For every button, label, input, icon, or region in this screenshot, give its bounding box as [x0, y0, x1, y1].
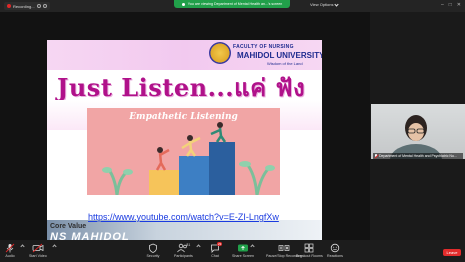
- recording-indicator[interactable]: Recording...: [4, 2, 50, 10]
- shared-screen: FACULTY OF NURSING MAHIDOL UNIVERSITY Wi…: [0, 12, 370, 245]
- core-value-label: Core Value: [50, 223, 87, 230]
- meeting-toolbar: Audio Start Video Security 81 Participan…: [0, 240, 465, 262]
- start-video-button[interactable]: Start Video: [29, 243, 47, 258]
- share-screen-label: Share Screen: [232, 254, 254, 258]
- window-controls: – □ ✕: [441, 2, 461, 8]
- audio-button[interactable]: Audio: [3, 243, 17, 258]
- audio-options-caret[interactable]: [20, 244, 25, 249]
- shield-icon: [146, 243, 160, 253]
- illustration-title: Empathetic Listening: [129, 112, 238, 122]
- reactions-label: Reactions: [327, 254, 343, 258]
- participants-options-caret[interactable]: [196, 244, 201, 249]
- security-button[interactable]: Security: [146, 243, 160, 258]
- start-video-label: Start Video: [29, 254, 47, 258]
- minimize-button[interactable]: –: [441, 2, 444, 8]
- participant-avatar: [390, 115, 442, 159]
- participants-count: 81: [186, 243, 191, 247]
- participant-name-bar: Department of Mental Health and Psychiat…: [373, 153, 463, 159]
- view-options-button[interactable]: View Options: [310, 1, 339, 7]
- close-button[interactable]: ✕: [457, 2, 461, 8]
- participant-video-tile[interactable]: Department of Mental Health and Psychiat…: [371, 104, 465, 159]
- reaction-icon: [328, 243, 342, 253]
- recording-label: Recording...: [13, 3, 35, 9]
- zoom-meeting-window: Recording... You are viewing Department …: [0, 0, 465, 262]
- chat-icon: 23: [208, 242, 223, 253]
- record-icon: [277, 243, 291, 253]
- mahidol-logo: FACULTY OF NURSING MAHIDOL UNIVERSITY Wi…: [209, 42, 322, 68]
- breakout-icon: [302, 243, 316, 253]
- logo-line-2: MAHIDOL UNIVERSITY: [237, 51, 322, 60]
- logo-line-1: FACULTY OF NURSING: [233, 44, 294, 50]
- top-bar: Recording... You are viewing Department …: [0, 0, 465, 12]
- share-screen-icon: [236, 243, 250, 253]
- participants-label: Participants: [174, 254, 193, 258]
- security-label: Security: [146, 254, 160, 258]
- logo-line-3: Wisdom of the Land: [267, 61, 303, 66]
- empathetic-listening-illustration: Empathetic Listening: [87, 108, 280, 195]
- maximize-button[interactable]: □: [449, 2, 452, 8]
- view-options-label: View Options: [310, 2, 334, 7]
- chat-button[interactable]: 23 Chat: [208, 242, 223, 258]
- pause-recording-icon[interactable]: [36, 4, 41, 8]
- university-seal-icon: [209, 42, 231, 64]
- screen-share-banner: You are viewing Department of Mental Hea…: [174, 0, 290, 8]
- share-banner-text: You are viewing Department of Mental Hea…: [187, 2, 283, 6]
- audio-label: Audio: [5, 254, 15, 258]
- chat-badge: 23: [217, 242, 223, 246]
- presentation-slide: FACULTY OF NURSING MAHIDOL UNIVERSITY Wi…: [47, 40, 322, 245]
- participants-icon: 81: [176, 243, 190, 253]
- chevron-down-icon: [333, 1, 339, 7]
- breakout-rooms-label: Breakout Rooms: [296, 254, 323, 258]
- participant-name: Department of Mental Health and Psychiat…: [379, 154, 457, 158]
- leave-button[interactable]: Leave: [443, 249, 461, 256]
- video-off-icon: [31, 243, 45, 253]
- participants-button[interactable]: 81 Participants: [174, 243, 193, 258]
- video-options-caret[interactable]: [52, 244, 57, 249]
- stop-recording-icon[interactable]: [42, 4, 47, 8]
- mic-icon: [3, 243, 17, 253]
- mic-muted-icon: [374, 154, 378, 158]
- youtube-link[interactable]: https://www.youtube.com/watch?v=E-ZI-Lng…: [88, 212, 279, 222]
- record-dot-icon: [7, 4, 11, 8]
- shield-icon: [181, 2, 185, 6]
- reactions-button[interactable]: Reactions: [327, 243, 343, 258]
- chat-label: Chat: [211, 254, 219, 258]
- share-options-caret[interactable]: [250, 244, 255, 249]
- breakout-rooms-button[interactable]: Breakout Rooms: [296, 243, 323, 258]
